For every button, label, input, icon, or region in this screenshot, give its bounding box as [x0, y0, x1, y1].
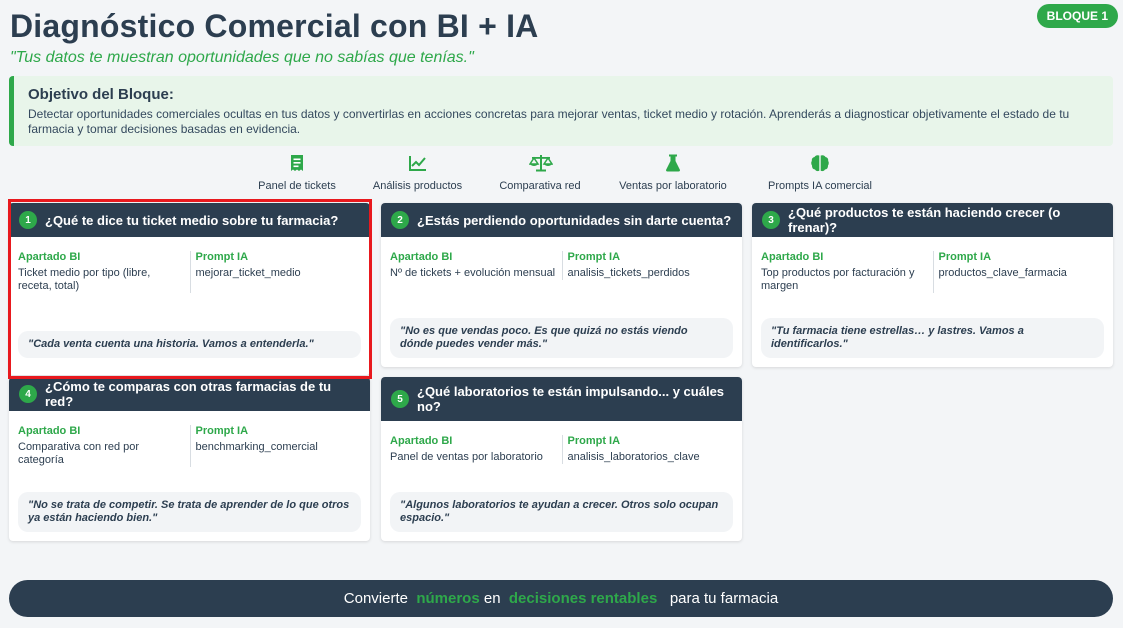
nav-item-prompts-ia[interactable]: Prompts IA comercial [764, 154, 876, 192]
prompt-label: Prompt IA [567, 435, 621, 447]
bi-label: Apartado BI [390, 435, 453, 447]
line-chart-icon [407, 154, 429, 174]
nav-item-ventas-laboratorio[interactable]: Ventas por laboratorio [613, 154, 733, 192]
card-number: 4 [19, 385, 37, 403]
nav-item-panel-tickets[interactable]: Panel de tickets [254, 154, 340, 192]
card-quote: "Tu farmacia tiene estrellas… y lastres.… [761, 318, 1104, 358]
card-quote: "No se trata de competir. Se trata de ap… [18, 492, 361, 532]
bi-label: Apartado BI [390, 251, 453, 263]
receipt-icon [286, 154, 308, 174]
objective-text: Detectar oportunidades comerciales ocult… [28, 107, 1070, 136]
block-badge: BLOQUE 1 [1036, 4, 1118, 28]
card-oportunidades[interactable]: 2 ¿Estás perdiendo oportunidades sin dar… [381, 203, 742, 367]
footer-highlight-1: números [416, 590, 480, 607]
card-header: 2 ¿Estás perdiendo oportunidades sin dar… [381, 203, 742, 237]
card-number: 2 [391, 211, 409, 229]
nav-item-comparativa-red[interactable]: Comparativa red [497, 154, 583, 192]
card-header: 4 ¿Cómo te comparas con otras farmacias … [9, 377, 370, 411]
nav-label: Panel de tickets [258, 180, 336, 192]
prompt-label: Prompt IA [938, 251, 992, 263]
nav-label: Análisis productos [372, 180, 463, 192]
card-quote: "No es que vendas poco. Es que quizá no … [390, 318, 733, 358]
prompt-value: analisis_tickets_perdidos [567, 267, 690, 279]
card-comparativa[interactable]: 4 ¿Cómo te comparas con otras farmacias … [9, 377, 370, 541]
brain-icon [809, 154, 831, 174]
prompt-value: productos_clave_farmacia [938, 267, 1067, 279]
footer-highlight-2: decisiones rentables [508, 590, 658, 607]
nav-label: Prompts IA comercial [768, 180, 872, 192]
page-subtitle: "Tus datos te muestran oportunidades que… [10, 49, 474, 66]
card-title: ¿Cómo te comparas con otras farmacias de… [45, 379, 332, 409]
page: Diagnóstico Comercial con BI + IA "Tus d… [0, 0, 1123, 628]
objective-box: Objetivo del Bloque: Detectar oportunida… [9, 76, 1113, 146]
footer-text-1: Convierte [343, 590, 408, 607]
prompt-label: Prompt IA [195, 425, 249, 437]
card-title: ¿Estás perdiendo oportunidades sin darte… [417, 212, 732, 228]
card-number: 1 [19, 211, 37, 229]
prompt-label: Prompt IA [195, 251, 249, 263]
bi-value: Top productos por facturación y margen [761, 267, 915, 292]
bi-value: Comparativa con red por categoría [18, 441, 140, 466]
card-number: 3 [762, 211, 780, 229]
card-title: ¿Qué productos te están haciendo crecer … [788, 205, 1061, 235]
card-title: ¿Qué te dice tu ticket medio sobre tu fa… [45, 212, 339, 228]
card-header: 3 ¿Qué productos te están haciendo crece… [752, 203, 1113, 237]
card-quote: "Algunos laboratorios te ayudan a crecer… [390, 492, 733, 532]
bi-value: Ticket medio por tipo (libre, receta, to… [18, 267, 151, 292]
bi-label: Apartado BI [18, 251, 81, 263]
card-productos[interactable]: 3 ¿Qué productos te están haciendo crece… [752, 203, 1113, 367]
card-number: 5 [391, 390, 409, 408]
card-ticket-medio[interactable]: 1 ¿Qué te dice tu ticket medio sobre tu … [9, 203, 370, 375]
card-laboratorios[interactable]: 5 ¿Qué laboratorios te están impulsando.… [381, 377, 742, 541]
bi-label: Apartado BI [761, 251, 824, 263]
prompt-value: mejorar_ticket_medio [195, 267, 301, 279]
nav-label: Comparativa red [499, 180, 581, 192]
card-header: 5 ¿Qué laboratorios te están impulsando.… [381, 377, 742, 421]
bi-value: Panel de ventas por laboratorio [390, 451, 543, 463]
flask-icon [662, 154, 684, 174]
footer-text-3: para tu farmacia [669, 590, 779, 607]
card-header: 1 ¿Qué te dice tu ticket medio sobre tu … [9, 203, 370, 237]
card-title: ¿Qué laboratorios te están impulsando...… [417, 384, 725, 414]
footer-banner: Convierte números en decisiones rentable… [9, 580, 1113, 617]
nav-item-analisis-productos[interactable]: Análisis productos [370, 154, 465, 192]
footer-text-2: en [483, 590, 501, 607]
nav-label: Ventas por laboratorio [619, 180, 727, 192]
prompt-value: benchmarking_comercial [195, 441, 318, 453]
bi-value: Nº de tickets + evolución mensual [390, 267, 556, 279]
balance-scale-icon [529, 154, 553, 174]
tools-nav: Panel de tickets Análisis productos Comp… [0, 154, 1123, 194]
objective-heading: Objetivo del Bloque: [28, 86, 174, 103]
bi-label: Apartado BI [18, 425, 81, 437]
card-quote: "Cada venta cuenta una historia. Vamos a… [18, 331, 361, 358]
prompt-value: analisis_laboratorios_clave [567, 451, 700, 463]
prompt-label: Prompt IA [567, 251, 621, 263]
page-title: Diagnóstico Comercial con BI + IA [10, 8, 539, 44]
